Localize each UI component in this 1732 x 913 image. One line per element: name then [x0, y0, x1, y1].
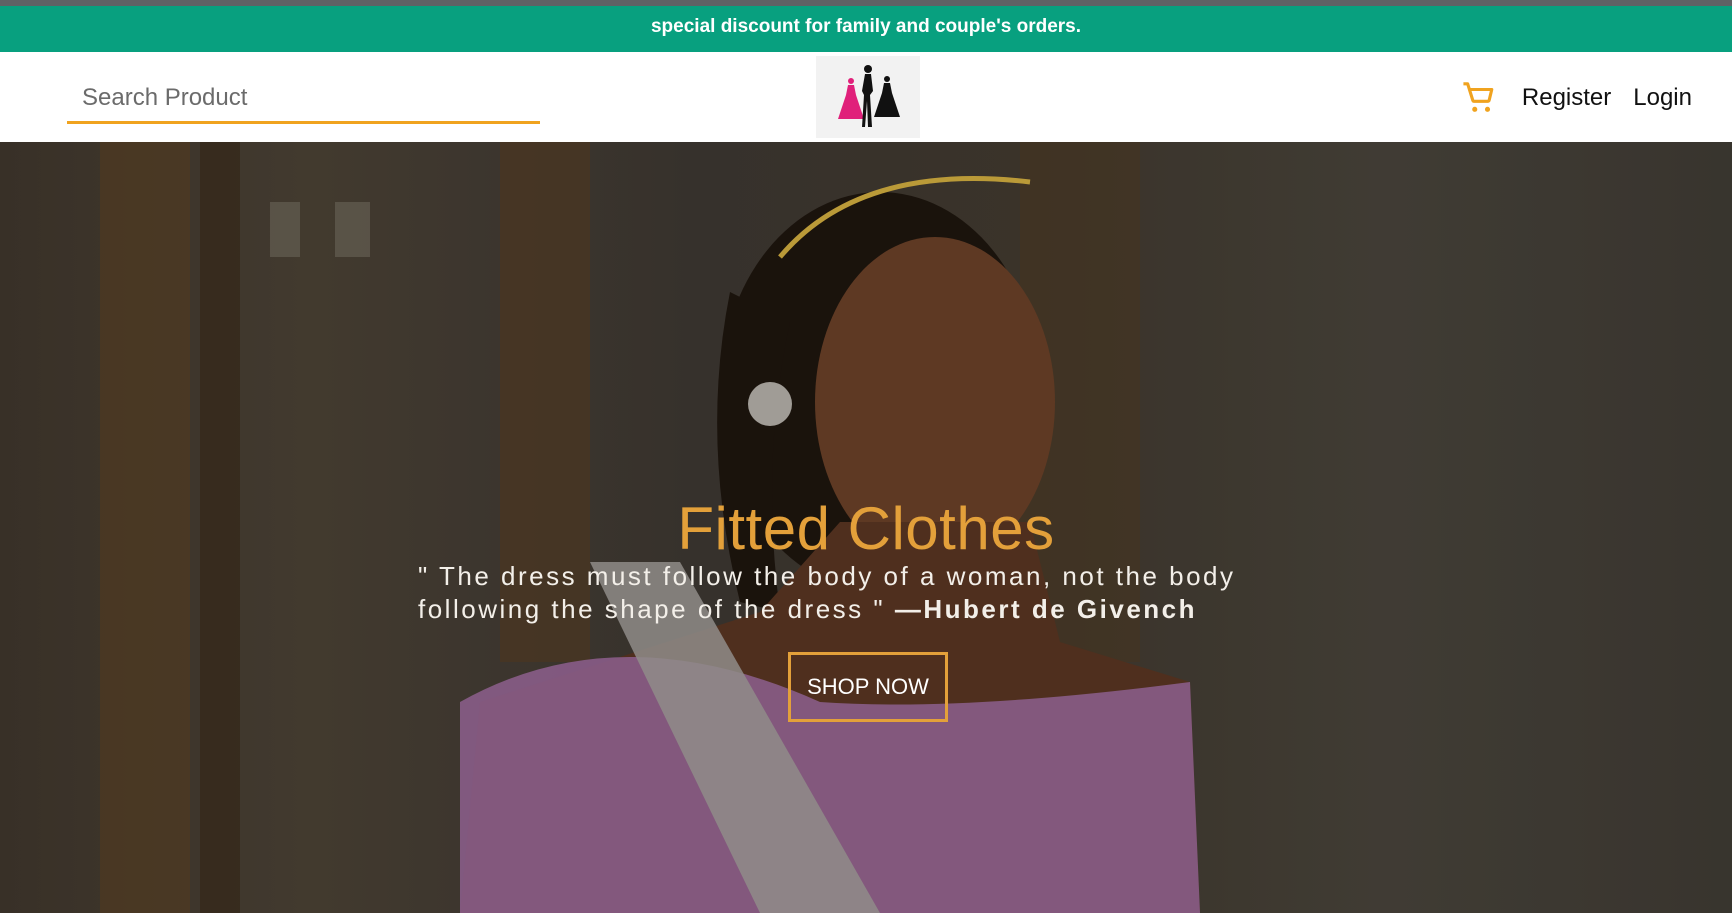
- header-nav: Register Login: [1462, 74, 1692, 122]
- search-input[interactable]: [67, 74, 540, 124]
- promo-text: special discount for family and couple's…: [650, 16, 1081, 37]
- hero-quote: " The dress must follow the body of a wo…: [418, 560, 1318, 626]
- register-link[interactable]: Register: [1522, 84, 1611, 112]
- hero-banner: Fitted Clothes " The dress must follow t…: [0, 142, 1732, 913]
- hero-quote-author: —Hubert de Givench: [894, 594, 1198, 624]
- site-header: Register Login: [0, 52, 1732, 142]
- shop-now-button[interactable]: SHOP NOW: [788, 652, 948, 722]
- site-logo[interactable]: [816, 56, 920, 138]
- login-link[interactable]: Login: [1633, 84, 1692, 112]
- boutique-logo-icon: [838, 65, 900, 127]
- promo-banner: special discount for family and couple's…: [0, 6, 1732, 52]
- hero-title: Fitted Clothes: [677, 495, 1055, 562]
- cart-icon[interactable]: [1462, 81, 1496, 115]
